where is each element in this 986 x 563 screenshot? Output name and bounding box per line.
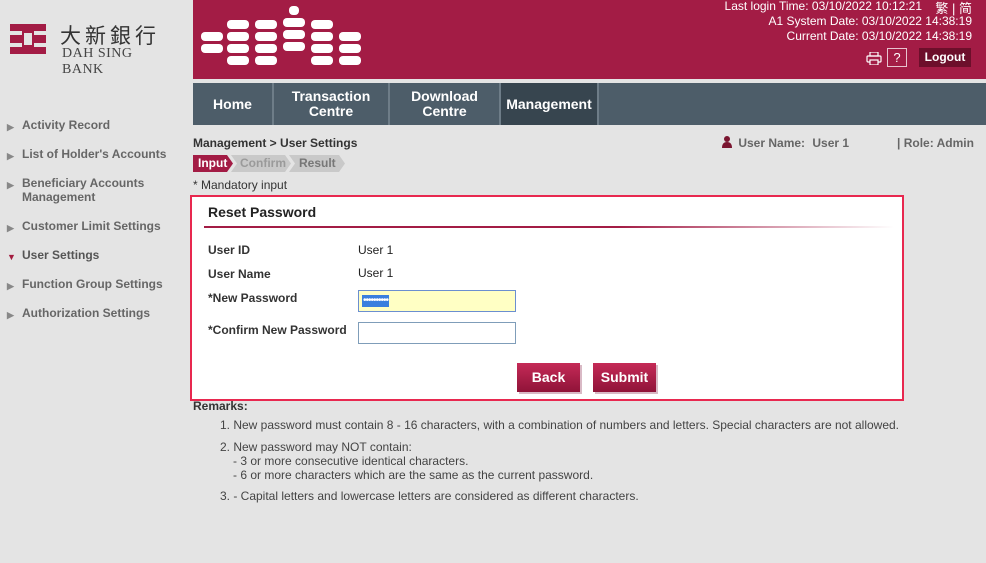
user-info: User Name: User 1 [722, 136, 849, 150]
sidebar-item-label: Customer Limit Settings [22, 219, 161, 233]
help-icon[interactable]: ? [887, 48, 907, 67]
user-name-field-value: User 1 [358, 266, 394, 280]
chevron-right-icon: ▶ [7, 180, 14, 190]
user-icon [722, 136, 732, 148]
login-info: Last login Time: 03/10/2022 10:12:21 [725, 0, 922, 14]
remarks-list: 1. New password must contain 8 - 16 char… [220, 418, 899, 503]
main-nav: Home Transaction Centre Download Centre … [193, 83, 986, 125]
sidebar-item-label: User Settings [22, 248, 100, 262]
remark-subitem: - 3 or more consecutive identical charac… [233, 454, 469, 468]
tab-transaction-centre[interactable]: Transaction Centre [274, 83, 390, 125]
panel-title: Reset Password [208, 204, 317, 220]
sidebar-item-function-group[interactable]: ▶ Function Group Settings [0, 277, 185, 291]
reset-password-panel: Reset Password User ID User 1 User Name … [190, 195, 904, 401]
current-date: Current Date: 03/10/2022 14:38:19 [786, 29, 972, 43]
remarks-title: Remarks: [193, 399, 248, 413]
last-login-time: Last login Time: 03/10/2022 10:12:21 [724, 0, 922, 13]
remark-item: 2. New password may NOT contain: [220, 440, 412, 454]
step-result: Result [289, 155, 345, 172]
new-password-label: *New Password [208, 291, 298, 305]
step-confirm: Confirm [231, 155, 291, 172]
sidebar-item-activity-record[interactable]: ▶ Activity Record [0, 118, 185, 132]
logout-button[interactable]: Logout [919, 48, 971, 67]
mandatory-note: * Mandatory input [193, 178, 288, 192]
remark-item: 3. - Capital letters and lowercase lette… [220, 489, 639, 503]
sidebar-item-holders-accounts[interactable]: ▶ List of Holder's Accounts [0, 147, 185, 161]
decorative-pattern-icon [201, 6, 361, 65]
new-password-value: •••••••••• [362, 295, 389, 307]
user-name-value: User 1 [812, 136, 850, 150]
breadcrumb: Management > User Settings [193, 136, 358, 150]
remark-subitem: - 6 or more characters which are the sam… [233, 468, 594, 482]
user-name-field-label: User Name [208, 267, 271, 281]
chevron-right-icon: ▶ [7, 151, 14, 161]
chevron-right-icon: ▶ [7, 223, 14, 233]
date-info: A1 System Date: 03/10/2022 14:38:19 Curr… [769, 14, 972, 44]
sidebar-item-beneficiary-accounts[interactable]: ▶ Beneficiary Accounts Management [0, 176, 180, 204]
bank-logo-mark-icon [10, 24, 46, 54]
sidebar-item-customer-limit[interactable]: ▶ Customer Limit Settings [0, 219, 185, 233]
header-banner: Last login Time: 03/10/2022 10:12:21 繁 |… [193, 0, 986, 79]
chevron-right-icon: ▶ [7, 281, 14, 291]
title-divider [204, 226, 894, 228]
confirm-password-field[interactable] [358, 322, 516, 344]
submit-button[interactable]: Submit [593, 363, 656, 392]
sidebar-item-label: Function Group Settings [22, 277, 163, 291]
tab-management[interactable]: Management [501, 83, 599, 125]
back-button[interactable]: Back [517, 363, 580, 392]
chevron-right-icon: ▶ [7, 310, 14, 320]
step-input: Input [193, 155, 233, 172]
bank-logo[interactable]: 大新銀行 DAH SING BANK [8, 18, 178, 77]
system-date: A1 System Date: 03/10/2022 14:38:19 [768, 14, 972, 28]
sidebar-item-authorization[interactable]: ▶ Authorization Settings [0, 306, 185, 320]
user-role: | Role: Admin [897, 136, 974, 150]
user-id-value: User 1 [358, 243, 394, 257]
chevron-right-icon: ▶ [7, 122, 14, 132]
user-id-label: User ID [208, 243, 251, 257]
sidebar-item-label: Beneficiary Accounts Management [22, 176, 145, 204]
confirm-password-label: *Confirm New Password [208, 323, 347, 337]
tab-home[interactable]: Home [193, 83, 274, 125]
sidebar-item-user-settings[interactable]: ▼ User Settings [0, 248, 185, 262]
sidebar-item-label: Authorization Settings [22, 306, 150, 320]
user-name-label: User Name: [738, 136, 806, 150]
remark-item: 1. New password must contain 8 - 16 char… [220, 418, 900, 432]
new-password-field[interactable]: •••••••••• [358, 290, 516, 312]
printer-icon[interactable] [866, 52, 882, 65]
sidebar-item-label: List of Holder's Accounts [22, 147, 167, 161]
logo-english-name: DAH SING BANK [62, 46, 133, 77]
chevron-down-icon: ▼ [7, 252, 16, 262]
sidebar-item-label: Activity Record [22, 118, 111, 132]
tab-download-centre[interactable]: Download Centre [390, 83, 501, 125]
